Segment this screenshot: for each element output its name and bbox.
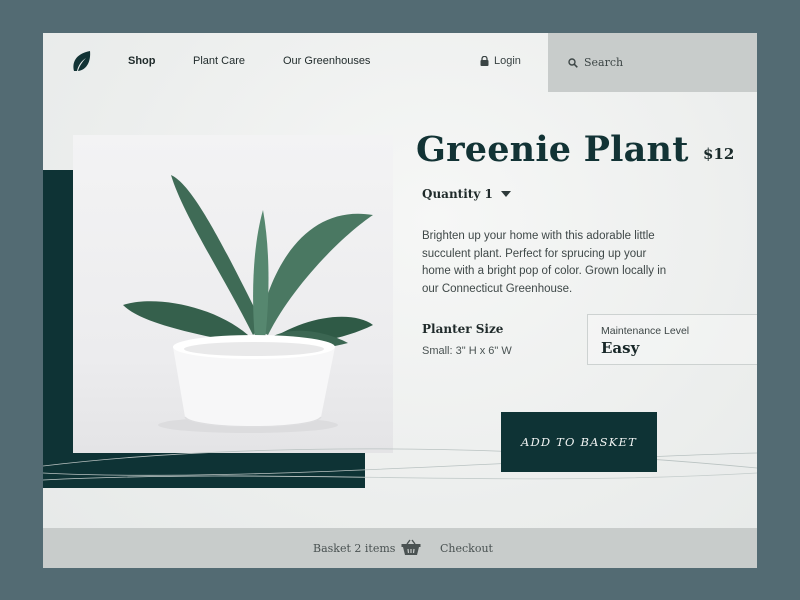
lock-icon <box>480 56 489 66</box>
maintenance-level-card: Maintenance Level Easy <box>587 314 757 365</box>
product-title: Greenie Plant <box>416 129 689 170</box>
product-price: $12 <box>703 145 735 163</box>
quantity-label: Quantity 1 <box>422 187 493 201</box>
succulent-plant-photo <box>123 175 373 433</box>
planter-size-value: Small: 3" H x 6" W <box>422 345 512 357</box>
basket-icon[interactable] <box>401 539 421 556</box>
chevron-down-icon <box>500 191 511 197</box>
search-icon <box>568 57 578 68</box>
product-description: Brighten up your home with this adorable… <box>422 230 667 295</box>
basket-footer: Basket 2 items Checkout <box>43 528 757 568</box>
nav-our-greenhouses[interactable]: Our Greenhouses <box>283 55 370 67</box>
nav-shop[interactable]: Shop <box>128 55 156 67</box>
product-page: Shop Plant Care Our Greenhouses Login Se… <box>43 33 757 568</box>
login-link[interactable]: Login <box>480 55 521 67</box>
search-input[interactable]: Search <box>548 33 757 92</box>
checkout-link[interactable]: Checkout <box>440 542 493 555</box>
product-image <box>73 135 393 453</box>
basket-count[interactable]: Basket 2 items <box>313 542 395 555</box>
add-to-basket-button[interactable]: ADD TO BASKET <box>501 412 657 472</box>
nav-plant-care[interactable]: Plant Care <box>193 55 245 67</box>
search-placeholder: Search <box>584 56 624 69</box>
quantity-dropdown[interactable]: Quantity 1 <box>422 187 511 201</box>
login-label: Login <box>494 55 521 67</box>
maintenance-value: Easy <box>601 339 640 357</box>
maintenance-label: Maintenance Level <box>601 325 690 337</box>
leaf-logo-icon[interactable] <box>71 49 93 75</box>
planter-size-label: Planter Size <box>422 322 504 336</box>
